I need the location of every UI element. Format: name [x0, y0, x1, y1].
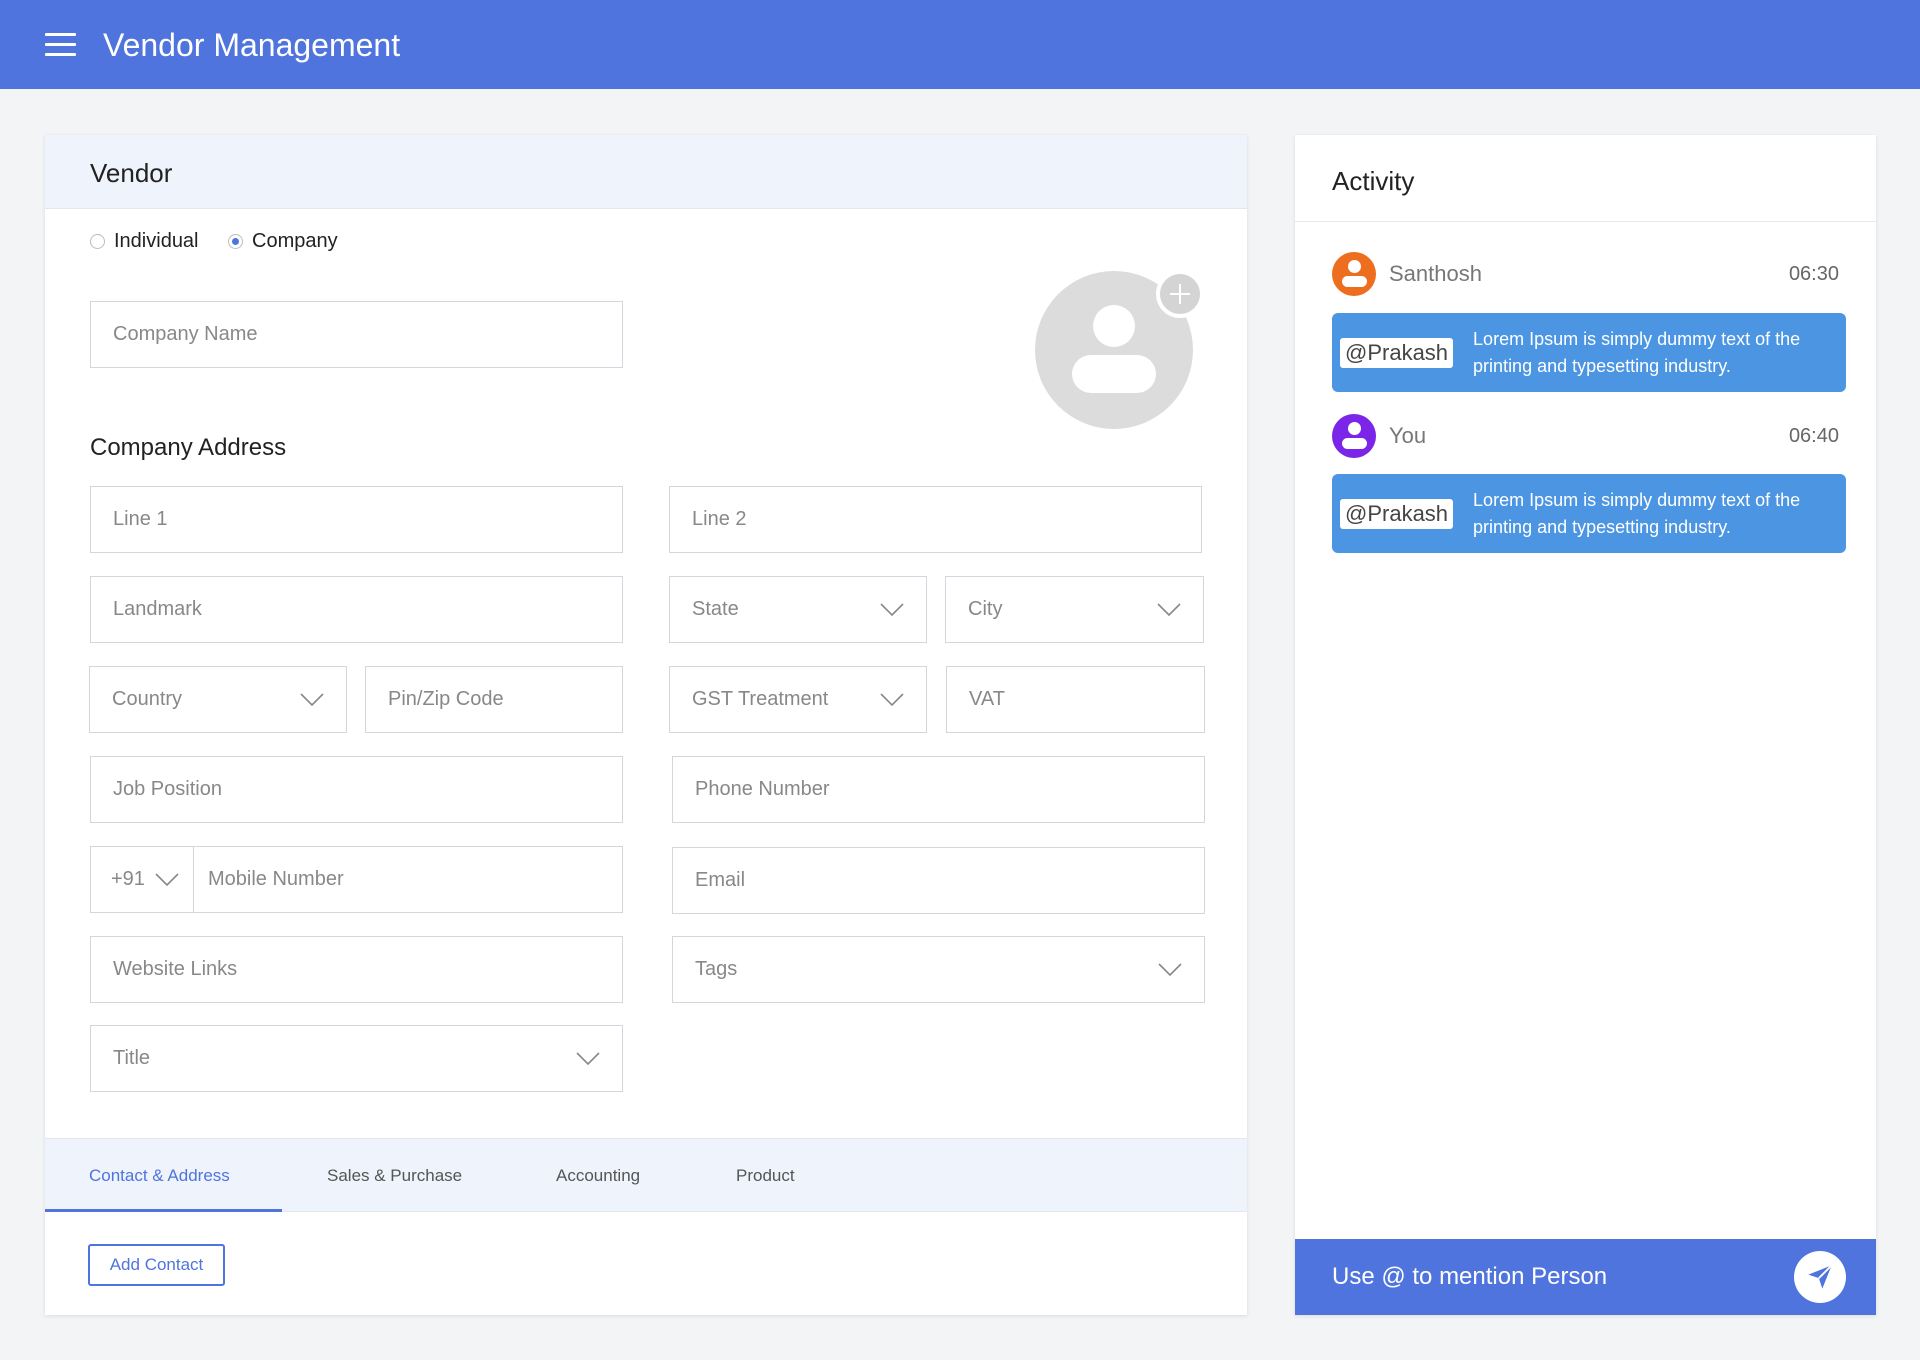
add-contact-button[interactable]: Add Contact — [88, 1244, 225, 1286]
activity-composer[interactable]: Use @ to mention Person — [1295, 1239, 1876, 1315]
city-select[interactable]: City — [945, 576, 1204, 643]
chevron-down-icon — [1158, 962, 1182, 977]
chevron-down-icon — [300, 692, 324, 707]
active-tab-indicator — [45, 1209, 282, 1212]
line1-input[interactable]: Line 1 — [90, 486, 623, 553]
avatar — [1332, 252, 1376, 296]
radio-individual-label: Individual — [114, 230, 199, 252]
activity-title: Activity — [1332, 166, 1415, 196]
job-position-input[interactable]: Job Position — [90, 756, 623, 823]
title-select[interactable]: Title — [90, 1025, 623, 1092]
chevron-down-icon — [155, 872, 179, 887]
mobile-number-placeholder: Mobile Number — [208, 868, 344, 890]
country-placeholder: Country — [112, 688, 183, 710]
company-name-input[interactable]: Company Name — [90, 301, 623, 368]
activity-message: @Prakash Lorem Ipsum is simply dummy tex… — [1332, 313, 1846, 392]
mention-tag[interactable]: @Prakash — [1340, 498, 1454, 529]
chevron-down-icon — [1157, 602, 1181, 617]
landmark-input[interactable]: Landmark — [90, 576, 623, 643]
website-links-placeholder: Website Links — [113, 958, 238, 980]
tags-placeholder: Tags — [695, 958, 738, 980]
phone-number-placeholder: Phone Number — [695, 778, 830, 800]
menu-icon[interactable] — [45, 33, 76, 57]
radio-company-control[interactable] — [228, 234, 243, 249]
activity-panel: Activity Santhosh 06:30 @Prakash Lorem I… — [1295, 135, 1876, 1315]
vat-input[interactable]: VAT — [946, 666, 1205, 733]
app-title: Vendor Management — [103, 27, 401, 63]
vendor-tabs: Contact & Address Sales & Purchase Accou… — [45, 1138, 1247, 1212]
activity-time: 06:40 — [1788, 424, 1839, 447]
radio-company[interactable]: Company — [228, 230, 338, 253]
activity-message-text: Lorem Ipsum is simply dummy text of the … — [1473, 328, 1801, 376]
activity-message-text: Lorem Ipsum is simply dummy text of the … — [1473, 489, 1801, 537]
activity-user-name: You — [1389, 423, 1427, 448]
vendor-card-title: Vendor — [90, 158, 173, 188]
activity-entry-header: You 06:40 — [1332, 414, 1839, 458]
pin-code-input[interactable]: Pin/Zip Code — [365, 666, 623, 733]
email-placeholder: Email — [695, 869, 746, 891]
tab-accounting[interactable]: Accounting — [556, 1139, 640, 1212]
title-placeholder: Title — [113, 1047, 151, 1069]
tags-select[interactable]: Tags — [672, 936, 1205, 1003]
email-input[interactable]: Email — [672, 847, 1205, 914]
country-select[interactable]: Country — [89, 666, 347, 733]
composer-placeholder: Use @ to mention Person — [1332, 1263, 1608, 1290]
phone-number-input[interactable]: Phone Number — [672, 756, 1205, 823]
state-select[interactable]: State — [669, 576, 927, 643]
activity-user-name: Santhosh — [1389, 261, 1482, 286]
tab-product[interactable]: Product — [736, 1139, 795, 1212]
vendor-card-header: Vendor — [45, 135, 1247, 209]
website-links-input[interactable]: Website Links — [90, 936, 623, 1003]
send-icon[interactable] — [1794, 1251, 1846, 1303]
radio-individual[interactable]: Individual — [90, 230, 199, 253]
chevron-down-icon — [880, 692, 904, 707]
gst-treatment-placeholder: GST Treatment — [692, 688, 829, 710]
line2-input[interactable]: Line 2 — [669, 486, 1202, 553]
activity-message: @Prakash Lorem Ipsum is simply dummy tex… — [1332, 474, 1846, 553]
company-address-label: Company Address — [90, 434, 287, 461]
job-position-placeholder: Job Position — [113, 778, 222, 800]
company-name-placeholder: Company Name — [113, 323, 258, 345]
plus-icon[interactable] — [1156, 270, 1204, 318]
gst-treatment-select[interactable]: GST Treatment — [669, 666, 927, 733]
line2-placeholder: Line 2 — [692, 508, 747, 530]
avatar — [1332, 414, 1376, 458]
country-code-value: +91 — [111, 868, 145, 890]
tab-sales-purchase[interactable]: Sales & Purchase — [327, 1139, 462, 1212]
mention-tag[interactable]: @Prakash — [1340, 337, 1454, 368]
state-placeholder: State — [692, 598, 739, 620]
radio-individual-control[interactable] — [90, 234, 105, 249]
tab-contact-address[interactable]: Contact & Address — [89, 1139, 230, 1212]
chevron-down-icon — [576, 1051, 600, 1066]
line1-placeholder: Line 1 — [113, 508, 168, 530]
chevron-down-icon — [880, 602, 904, 617]
country-code-select[interactable]: +91 — [90, 846, 194, 913]
activity-time: 06:30 — [1788, 262, 1839, 285]
landmark-placeholder: Landmark — [113, 598, 202, 620]
top-bar: Vendor Management — [0, 0, 1920, 89]
pin-code-placeholder: Pin/Zip Code — [388, 688, 504, 710]
vat-placeholder: VAT — [969, 688, 1005, 710]
mobile-number-input[interactable]: Mobile Number — [193, 846, 623, 913]
activity-divider — [1295, 221, 1876, 222]
radio-company-label: Company — [252, 230, 338, 252]
vendor-card: Vendor Individual Company Company Name C… — [45, 135, 1247, 1315]
city-placeholder: City — [968, 598, 1003, 620]
activity-entry-header: Santhosh 06:30 — [1332, 252, 1839, 296]
